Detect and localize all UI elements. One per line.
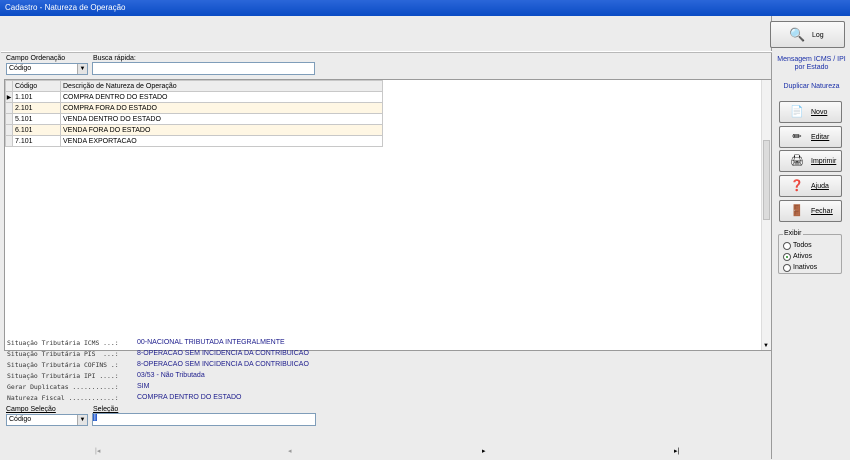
- cell-codigo[interactable]: 2.101: [12, 102, 61, 114]
- log-label: Log: [812, 32, 824, 39]
- detail-value: SIM: [137, 383, 150, 390]
- detail-value: COMPRA DENTRO DO ESTADO: [137, 394, 242, 401]
- row-indicator: [5, 124, 13, 136]
- radio-button[interactable]: [783, 264, 791, 272]
- detail-key: Situação Tributária IPI ....:: [7, 372, 119, 380]
- magnifier-icon: 🔍: [789, 27, 806, 42]
- nav-next-button[interactable]: ▸: [482, 447, 486, 455]
- window-title: Cadastro - Natureza de Operação: [5, 3, 126, 12]
- cell-descricao[interactable]: VENDA DENTRO DO ESTADO: [60, 113, 383, 125]
- selection-field-label: Campo Seleção: [6, 406, 56, 413]
- row-indicator: [5, 102, 13, 114]
- row-indicator-header: [5, 80, 13, 92]
- edit-button[interactable]: ✏ Editar: [779, 126, 842, 148]
- edit-pencil-icon: ✏: [792, 131, 802, 143]
- nav-first-button[interactable]: |◂: [95, 447, 100, 455]
- scrollbar-thumb[interactable]: [763, 140, 770, 220]
- detail-value: 03/53 - Não Tributada: [137, 372, 205, 379]
- help-icon: ❓: [790, 180, 804, 192]
- table-row[interactable]: 7.101 VENDA EXPORTACAO: [5, 135, 383, 147]
- row-indicator: [5, 113, 13, 125]
- top-strip: [1, 16, 772, 52]
- selection-field-value: Código: [9, 416, 32, 423]
- window-title-bar: Cadastro - Natureza de Operação: [0, 0, 850, 16]
- detail-row: Situação Tributária PIS ...: 8-OPERACAO S…: [7, 350, 707, 361]
- table-row[interactable]: 2.101 COMPRA FORA DO ESTADO: [5, 102, 383, 114]
- close-button[interactable]: 🚪 Fechar: [779, 200, 842, 222]
- radio-button[interactable]: [783, 253, 791, 261]
- radio-label: Inativos: [793, 264, 818, 271]
- radio-label: Todos: [793, 242, 812, 249]
- quick-search-label: Busca rápida:: [93, 55, 136, 62]
- cell-codigo[interactable]: 5.101: [12, 113, 61, 125]
- grid-vertical-scrollbar[interactable]: ▼: [761, 80, 771, 350]
- right-sidebar: 🔍 Log Mensagem ICMS / IPI por Estado Dup…: [770, 16, 850, 459]
- cell-descricao[interactable]: COMPRA FORA DO ESTADO: [60, 102, 383, 114]
- main-panel: Campo Ordenação Código ▼ Busca rápida: C…: [1, 16, 772, 459]
- cell-codigo[interactable]: 1.101: [12, 91, 61, 103]
- detail-value: 00-NACIONAL TRIBUTADA INTEGRALMENTE: [137, 339, 285, 346]
- printer-icon: 🖨: [790, 155, 804, 167]
- order-field-combo[interactable]: Código ▼: [6, 63, 88, 75]
- chevron-down-icon[interactable]: ▼: [77, 64, 87, 74]
- chevron-down-icon[interactable]: ▼: [763, 343, 769, 349]
- help-button[interactable]: ❓ Ajuda: [779, 175, 842, 197]
- icms-ipi-message-link[interactable]: Mensagem ICMS / IPI por Estado: [773, 56, 850, 72]
- chevron-down-icon[interactable]: ▼: [77, 415, 87, 425]
- order-field-label: Campo Ordenação: [6, 55, 66, 62]
- cell-descricao[interactable]: VENDA FORA DO ESTADO: [60, 124, 383, 136]
- detail-row: Natureza Fiscal ............: COMPRA DENT…: [7, 394, 707, 405]
- details-panel: Situação Tributária ICMS ...: 00-NACIONAL…: [7, 339, 707, 405]
- display-filter-legend: Exibir: [783, 230, 803, 237]
- cell-codigo[interactable]: 7.101: [12, 135, 61, 147]
- display-filter-group: Exibir Todos Ativos Inativos: [778, 230, 842, 274]
- order-field-value: Código: [9, 65, 32, 72]
- selection-label: Seleção: [93, 406, 119, 413]
- operation-nature-grid[interactable]: Código Descrição de Natureza de Operação…: [4, 79, 772, 351]
- grid-header-row: Código Descrição de Natureza de Operação: [5, 80, 383, 92]
- detail-row: Gerar Duplicatas ...........: SIM: [7, 383, 707, 394]
- quick-search-input[interactable]: [92, 62, 315, 75]
- grid-table: Código Descrição de Natureza de Operação…: [5, 80, 383, 147]
- cell-descricao[interactable]: COMPRA DENTRO DO ESTADO: [60, 91, 383, 103]
- detail-row: Situação Tributária COFINS .: 8-OPERACAO …: [7, 361, 707, 372]
- row-indicator: [5, 135, 13, 147]
- selection-input[interactable]: |: [92, 413, 316, 426]
- print-button[interactable]: 🖨 Imprimir: [779, 150, 842, 172]
- table-row[interactable]: 5.101 VENDA DENTRO DO ESTADO: [5, 113, 383, 125]
- detail-value: 8-OPERACAO SEM INCIDENCIA DA CONTRIBUICA…: [137, 361, 309, 368]
- exit-door-icon: 🚪: [790, 205, 804, 217]
- new-button[interactable]: 📄 Novo: [779, 101, 842, 123]
- detail-key: Situação Tributária COFINS .:: [7, 361, 119, 369]
- detail-row: Situação Tributária ICMS ...: 00-NACIONAL…: [7, 339, 707, 350]
- selection-field-combo[interactable]: Código ▼: [6, 414, 88, 426]
- radio-label: Ativos: [793, 253, 813, 260]
- record-navigator: |◂ ◂ ▸ ▸|: [1, 444, 772, 459]
- detail-row: Situação Tributária IPI ....: 03/53 - Não…: [7, 372, 707, 383]
- current-row-indicator-icon: ▶: [5, 91, 13, 103]
- new-document-icon: 📄: [790, 106, 804, 118]
- nav-prior-button[interactable]: ◂: [288, 447, 292, 455]
- radio-button[interactable]: [783, 242, 791, 250]
- detail-key: Natureza Fiscal ............:: [7, 394, 119, 402]
- column-header-codigo[interactable]: Código: [12, 80, 61, 92]
- cell-codigo[interactable]: 6.101: [12, 124, 61, 136]
- column-header-descricao[interactable]: Descrição de Natureza de Operação: [60, 80, 383, 92]
- detail-key: Situação Tributária PIS ...:: [7, 350, 119, 358]
- table-row[interactable]: ▶ 1.101 COMPRA DENTRO DO ESTADO: [5, 91, 383, 103]
- nav-last-button[interactable]: ▸|: [674, 447, 679, 455]
- log-button[interactable]: 🔍 Log: [770, 21, 845, 48]
- detail-key: Situação Tributária ICMS ...:: [7, 339, 119, 347]
- cell-descricao[interactable]: VENDA EXPORTACAO: [60, 135, 383, 147]
- duplicate-nature-link[interactable]: Duplicar Natureza: [773, 83, 850, 91]
- detail-value: 8-OPERACAO SEM INCIDENCIA DA CONTRIBUICA…: [137, 350, 309, 357]
- detail-key: Gerar Duplicatas ...........:: [7, 383, 119, 391]
- table-row[interactable]: 6.101 VENDA FORA DO ESTADO: [5, 124, 383, 136]
